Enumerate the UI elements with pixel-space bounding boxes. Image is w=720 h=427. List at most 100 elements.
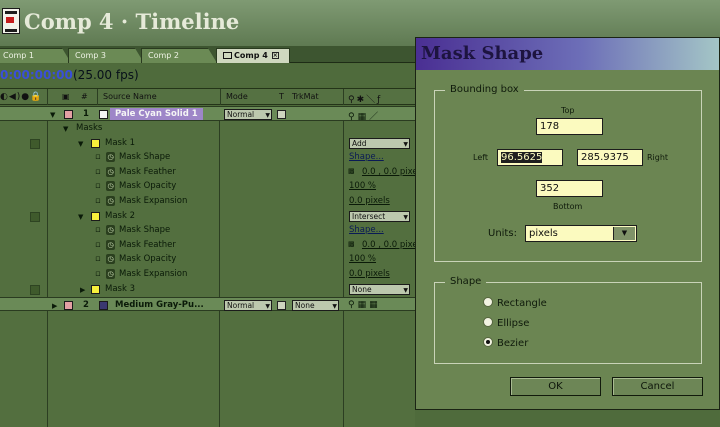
radio-button[interactable] (483, 317, 493, 327)
close-icon[interactable]: × (271, 52, 279, 59)
stopwatch-icon[interactable]: ◷ (106, 196, 115, 206)
bullet-icon: ▫ (95, 225, 101, 236)
dropdown-arrow-icon: ▼ (265, 112, 270, 119)
radio-label: Rectangle (497, 298, 547, 309)
mask-name[interactable]: Mask 3 (105, 284, 135, 294)
layer-collapse-triangle-icon[interactable]: ▶ (52, 302, 57, 310)
mask-lock-swatch[interactable] (30, 138, 40, 149)
mask-collapse-triangle-icon[interactable]: ▶ (80, 286, 85, 294)
tab-label: Comp 1 (3, 51, 34, 60)
layer-label-color[interactable] (64, 300, 73, 310)
layer-expand-triangle-icon[interactable]: ▼ (50, 111, 55, 119)
chain-link-icon[interactable]: ▩ (348, 167, 355, 175)
current-time-display[interactable]: 0:00:00:00 (0, 68, 73, 82)
bullet-icon: ▫ (95, 196, 101, 206)
property-label: Mask Feather (119, 239, 176, 250)
dialog-title: Mask Shape (421, 43, 544, 64)
mask-name[interactable]: Mask 1 (105, 138, 135, 148)
preserve-transparency-checkbox[interactable] (277, 110, 286, 119)
stopwatch-icon[interactable]: ◷ (106, 166, 115, 177)
left-field[interactable]: 96.5625 (497, 149, 563, 166)
layer-mode-select[interactable]: Normal ▼ (224, 109, 272, 120)
layer-name[interactable]: Medium Gray-Pu... (115, 300, 204, 310)
layer-switches-icons: ⚲✱＼ƒ (348, 95, 383, 105)
units-label: Units: (488, 228, 517, 239)
right-label: Right (647, 153, 669, 162)
layer-label-color[interactable] (64, 110, 73, 119)
left-label: Left (473, 153, 489, 162)
property-label: Mask Opacity (119, 181, 177, 192)
dropdown-arrow-icon: ▼ (403, 286, 408, 294)
bullet-icon: ▫ (95, 181, 101, 192)
bullet-icon: ▫ (95, 239, 101, 250)
window-title: Comp 4 · Timeline (24, 9, 240, 34)
mask-mode-value: Add (352, 138, 367, 148)
mask-opacity-value[interactable]: 100 % (349, 181, 376, 191)
frame-rate-label: (25.00 fps) (73, 68, 139, 82)
units-select[interactable]: pixels ▼ (525, 225, 637, 242)
tab-comp-2[interactable]: Comp 2 (141, 48, 217, 63)
label-color-icon: ▣ (62, 92, 70, 101)
units-value: pixels (529, 228, 558, 239)
ok-button[interactable]: OK (510, 377, 601, 396)
property-label: Mask Expansion (119, 196, 188, 206)
mask-lock-swatch[interactable] (30, 284, 40, 295)
mask-expansion-value[interactable]: 0.0 pixels (349, 196, 390, 206)
bounding-box-group: Bounding box Top 178 Left 96.5625 285.93… (434, 84, 702, 262)
bullet-icon: ▫ (95, 152, 101, 163)
mask-color-swatch[interactable] (91, 284, 100, 294)
mask-expansion-value[interactable]: 0.0 pixels (349, 269, 390, 279)
radio-rectangle[interactable]: Rectangle (483, 297, 547, 309)
stopwatch-icon[interactable]: ◷ (106, 254, 115, 265)
mode-header[interactable]: Mode (226, 92, 248, 101)
layer-mode-select[interactable]: Normal ▼ (224, 299, 272, 311)
mask-color-swatch[interactable] (91, 211, 100, 221)
stopwatch-icon[interactable]: ◷ (106, 152, 115, 163)
layer-name[interactable]: Pale Cyan Solid 1 (110, 108, 203, 120)
tab-comp-4[interactable]: Comp 4 × (216, 48, 290, 63)
cancel-button[interactable]: Cancel (612, 377, 703, 396)
property-label: Mask Shape (119, 225, 171, 236)
mask-mode-select[interactable]: None ▼ (349, 283, 410, 295)
mask-shape-link[interactable]: Shape... (349, 225, 384, 235)
mask-expand-triangle-icon[interactable]: ▼ (78, 213, 83, 221)
solid-color-swatch (99, 300, 108, 310)
shape-group: Shape Rectangle Ellipse Bezier (434, 276, 702, 364)
av-switches-icons: ◐◀)●🔒 (0, 92, 43, 102)
stopwatch-icon[interactable]: ◷ (106, 239, 115, 250)
layer-switches[interactable]: ⚲▦▦ (348, 300, 381, 310)
stopwatch-icon[interactable]: ◷ (106, 225, 115, 236)
masks-expand-triangle-icon[interactable]: ▼ (63, 125, 68, 133)
property-label: Mask Feather (119, 166, 176, 177)
mask-name[interactable]: Mask 2 (105, 211, 135, 221)
mask-expand-triangle-icon[interactable]: ▼ (78, 140, 83, 148)
mask-color-swatch[interactable] (91, 138, 100, 148)
tab-label: Comp 4 (234, 51, 268, 60)
left-value: 96.5625 (501, 152, 543, 163)
radio-bezier[interactable]: Bezier (483, 337, 528, 349)
stopwatch-icon[interactable]: ◷ (106, 269, 115, 279)
mask-mode-select[interactable]: Add ▼ (349, 137, 410, 149)
tab-comp-3[interactable]: Comp 3 (68, 48, 144, 63)
stopwatch-icon[interactable]: ◷ (106, 181, 115, 192)
right-field[interactable]: 285.9375 (577, 149, 643, 166)
mask-shape-link[interactable]: Shape... (349, 152, 384, 162)
radio-button-selected[interactable] (483, 337, 493, 347)
mask-lock-swatch[interactable] (30, 211, 40, 222)
layer-number-icon: # (81, 92, 88, 101)
tab-comp-1[interactable]: Comp 1 (0, 48, 71, 63)
chain-link-icon[interactable]: ▩ (348, 240, 355, 248)
mask-mode-select[interactable]: Intersect ▼ (349, 210, 410, 222)
trkmat-header[interactable]: TrkMat (292, 92, 319, 101)
preserve-transparency-header[interactable]: T (279, 92, 284, 101)
top-field[interactable]: 178 (536, 118, 603, 135)
trkmat-select[interactable]: None ▼ (292, 299, 339, 311)
mask-opacity-value[interactable]: 100 % (349, 254, 376, 264)
bottom-label: Bottom (553, 202, 583, 211)
radio-ellipse[interactable]: Ellipse (483, 317, 529, 329)
dialog-title-bar[interactable]: Mask Shape (416, 38, 719, 70)
source-name-header[interactable]: Source Name (103, 92, 157, 101)
preserve-transparency-checkbox[interactable] (277, 300, 286, 310)
bottom-field[interactable]: 352 (536, 180, 603, 197)
radio-button[interactable] (483, 297, 493, 307)
